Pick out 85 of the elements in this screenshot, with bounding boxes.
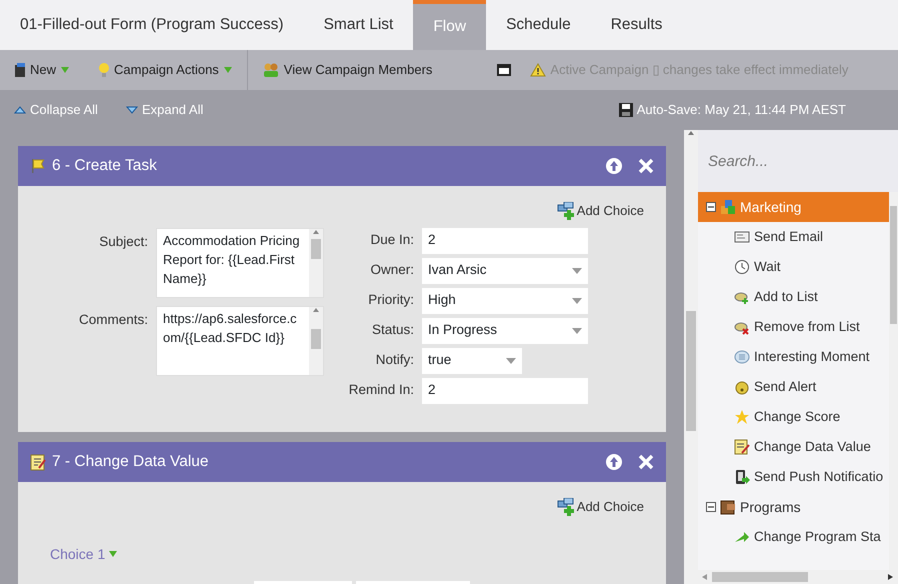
field-label: Remind In:: [348, 381, 414, 400]
tree-item[interactable]: Send Alert: [698, 372, 889, 402]
field-label: Status:: [370, 321, 414, 340]
search-field[interactable]: Search...: [698, 130, 898, 192]
tree-item[interactable]: Add to List: [698, 282, 889, 312]
field-label: Owner:: [369, 261, 414, 280]
caret-icon: [572, 268, 582, 274]
item-icon: [734, 229, 750, 245]
item-icon: [734, 349, 750, 365]
caret-icon: [108, 549, 118, 559]
close-icon[interactable]: [638, 454, 654, 470]
caret-icon: [572, 328, 582, 334]
arrow-up-icon[interactable]: [606, 454, 622, 470]
add-choice-icon: [556, 498, 575, 516]
blocks-icon: [720, 499, 736, 515]
tree-item[interactable]: Change Score: [698, 402, 889, 432]
document-icon: [14, 62, 26, 78]
field-label: Comments:: [78, 310, 148, 328]
caret-icon: [222, 65, 233, 75]
autosave-text: Auto-Save: May 21, 11:44 PM AEST: [636, 101, 846, 120]
scrollbar-thumb[interactable]: [311, 238, 321, 258]
window-icon[interactable]: [496, 63, 512, 77]
arrow-up-icon[interactable]: [687, 130, 695, 136]
notepad-icon: [30, 453, 46, 471]
step-title: 7 - Change Data Value: [52, 452, 210, 472]
triangle-down-icon: [126, 106, 138, 114]
item-icon: [734, 409, 750, 425]
tree-item[interactable]: Interesting Moment: [698, 342, 889, 372]
add-choice-icon: [556, 202, 575, 220]
item-icon: [734, 439, 750, 455]
tree-item[interactable]: Wait: [698, 252, 889, 282]
item-icon: [734, 259, 750, 275]
item-icon: [734, 379, 750, 395]
collapse-icon: [706, 502, 716, 512]
tree-item[interactable]: Change Data Value: [698, 432, 889, 462]
collapse-icon: [706, 202, 716, 212]
tree-item[interactable]: Remove from List: [698, 312, 889, 342]
text-area[interactable]: Accommodation Pricing Report for: {{Lead.First Name}}: [156, 228, 324, 298]
caret-icon: [60, 65, 70, 75]
scrollbar[interactable]: [889, 192, 898, 570]
field-label: Priority:: [367, 291, 414, 310]
caret-icon: [572, 298, 582, 304]
blocks-icon: [720, 199, 736, 215]
view-members-button[interactable]: View Campaign Members: [248, 60, 446, 80]
tree-group[interactable]: Programs: [698, 492, 889, 522]
add-choice-button[interactable]: Add Choice: [550, 496, 650, 518]
tree-item[interactable]: Send Email: [698, 222, 889, 252]
lightbulb-icon: [98, 62, 110, 78]
field-label: Notify:: [374, 351, 414, 370]
step-title: 6 - Create Task: [52, 156, 158, 176]
close-icon[interactable]: [638, 158, 654, 174]
campaign-actions-button[interactable]: Campaign Actions: [84, 60, 247, 80]
select-field[interactable]: Ivan Arsic: [422, 258, 588, 284]
tab[interactable]: Results: [590, 0, 682, 50]
scrollbar[interactable]: [698, 570, 898, 584]
text-area[interactable]: https://ap6.salesforce.com/{{Lead.SFDC Id}}: [156, 306, 324, 376]
input-field[interactable]: 2: [422, 228, 588, 254]
warning-icon: [530, 63, 546, 77]
scrollbar-thumb[interactable]: [311, 328, 321, 348]
scrollbar-thumb[interactable]: [686, 311, 696, 431]
people-icon: [262, 62, 280, 78]
tree-item[interactable]: Send Push Notificatio: [698, 462, 889, 492]
flag-icon: [30, 158, 46, 174]
field-label: Due In:: [369, 231, 414, 250]
arrow-up-icon[interactable]: [606, 158, 622, 174]
scrollbar[interactable]: [684, 130, 698, 584]
tab[interactable]: Smart List: [304, 0, 414, 50]
add-choice-button[interactable]: Add Choice: [550, 200, 650, 222]
new-button[interactable]: New: [0, 60, 84, 80]
triangle-up-icon: [14, 106, 26, 114]
tab[interactable]: Schedule: [486, 0, 591, 50]
field-label: Subject:: [98, 232, 148, 251]
select-field[interactable]: High: [422, 288, 588, 314]
scrollbar-thumb[interactable]: [712, 572, 808, 582]
select-field[interactable]: true: [422, 348, 522, 374]
tree-item[interactable]: Change Program Sta: [698, 522, 889, 552]
arrow-up-icon[interactable]: [312, 306, 320, 312]
caret-icon: [506, 358, 516, 364]
select-field[interactable]: In Progress: [422, 318, 588, 344]
arrow-up-icon[interactable]: [312, 228, 320, 234]
scrollbar-thumb[interactable]: [890, 206, 897, 324]
input-field[interactable]: 2: [422, 378, 588, 404]
item-icon: [734, 469, 750, 485]
item-icon: [734, 529, 750, 545]
tab[interactable]: 01-Filled-out Form (Program Success): [0, 0, 304, 50]
